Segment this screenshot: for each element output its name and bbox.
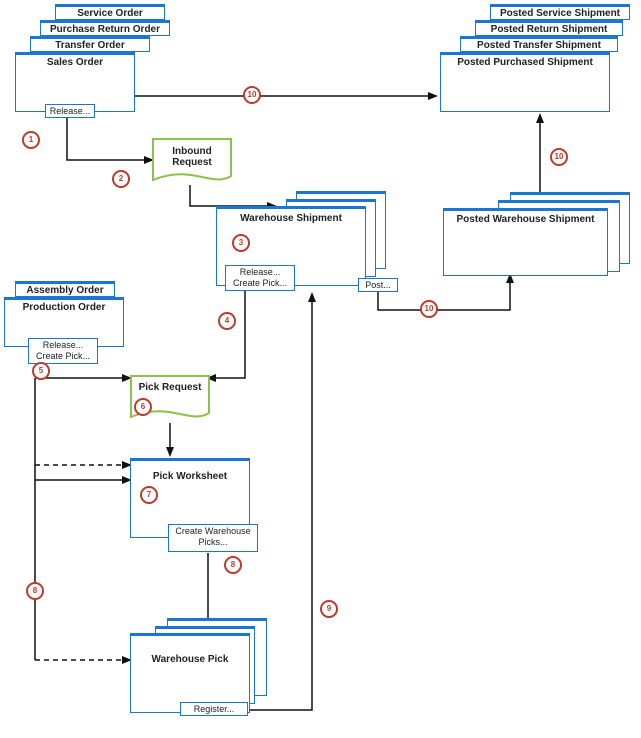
diagram-stage: Service Order Purchase Return Order Tran… (0, 0, 641, 738)
production-release-createpick-button[interactable]: Release... Create Pick... (28, 338, 98, 364)
badge-6: 6 (134, 398, 152, 416)
transfer-order-box: Transfer Order (30, 36, 150, 52)
badge-10a: 10 (243, 86, 261, 104)
sales-order-box: Sales Order (15, 52, 135, 112)
sales-order-label: Sales Order (16, 57, 134, 69)
warehouse-shipment-label: Warehouse Shipment (217, 213, 365, 225)
badge-1: 1 (22, 131, 40, 149)
badge-10b: 10 (550, 148, 568, 166)
posted-service-shipment-label: Posted Service Shipment (491, 8, 629, 20)
badge-2: 2 (112, 170, 130, 188)
assembly-order-box: Assembly Order (15, 281, 115, 297)
ws-release-createpick-button[interactable]: Release... Create Pick... (225, 265, 295, 291)
ws-post-button[interactable]: Post... (358, 278, 398, 292)
posted-service-shipment-box: Posted Service Shipment (490, 4, 630, 20)
posted-transfer-shipment-label: Posted Transfer Shipment (461, 40, 617, 52)
posted-return-shipment-box: Posted Return Shipment (475, 20, 623, 36)
badge-3: 3 (232, 234, 250, 252)
pick-worksheet-label: Pick Worksheet (131, 471, 249, 483)
register-button[interactable]: Register... (180, 702, 248, 716)
purchase-return-order-box: Purchase Return Order (40, 20, 170, 36)
assembly-order-label: Assembly Order (16, 285, 114, 297)
badge-7: 7 (140, 486, 158, 504)
badge-4: 4 (218, 312, 236, 330)
production-order-label: Production Order (5, 302, 123, 314)
badge-5: 5 (32, 362, 50, 380)
posted-purchased-shipment-box: Posted Purchased Shipment (440, 52, 610, 112)
inbound-request-label: Inbound Request (152, 146, 232, 168)
badge-10c: 10 (420, 300, 438, 318)
warehouse-pick-box: Warehouse Pick (130, 633, 250, 713)
badge-8b: 8 (26, 582, 44, 600)
posted-purchased-shipment-label: Posted Purchased Shipment (441, 57, 609, 69)
purchase-return-order-label: Purchase Return Order (41, 24, 169, 36)
posted-transfer-shipment-box: Posted Transfer Shipment (460, 36, 618, 52)
posted-warehouse-shipment-box: Posted Warehouse Shipment (443, 208, 608, 276)
service-order-label: Service Order (56, 8, 164, 20)
badge-8a: 8 (224, 556, 242, 574)
create-warehouse-picks-button[interactable]: Create Warehouse Picks... (168, 524, 258, 552)
pick-request-label: Pick Request (130, 382, 210, 393)
service-order-box: Service Order (55, 4, 165, 20)
release-button[interactable]: Release... (45, 104, 95, 118)
posted-warehouse-shipment-label: Posted Warehouse Shipment (444, 214, 607, 226)
transfer-order-label: Transfer Order (31, 40, 149, 52)
posted-return-shipment-label: Posted Return Shipment (476, 24, 622, 36)
badge-9: 9 (320, 600, 338, 618)
warehouse-pick-label: Warehouse Pick (131, 654, 249, 666)
